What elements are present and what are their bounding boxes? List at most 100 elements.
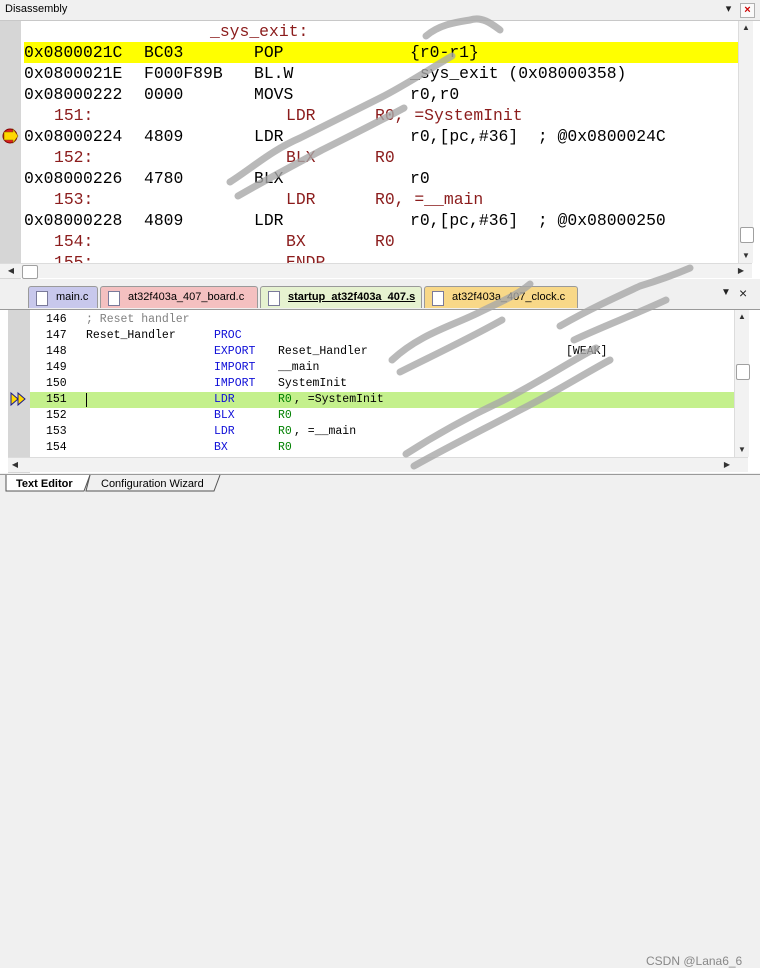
scroll-left-icon[interactable]: ◀ [4,264,18,278]
code-token: LDR [214,425,235,438]
editor-mode-tabs: Text Editor Configuration Wizard CSDN @La… [0,474,760,968]
code-token: 0000 [144,85,184,104]
disassembly-line[interactable]: _sys_exit: [24,21,738,42]
code-token: LDR [286,190,316,209]
scroll-up-icon[interactable]: ▲ [739,21,753,35]
disassembly-line[interactable]: 0x08000228 4809 LDR r0,[pc,#36] ; @0x080002… [24,210,738,231]
code-token: BL.W [254,64,294,83]
editor-lines[interactable]: 146; Reset handler 147 Reset_Handler PROC 14… [30,310,734,457]
code-token: LDR [214,393,235,406]
disassembly-line[interactable]: 0x08000224 4809 LDR r0,[pc,#36] ; @0x080002… [24,126,738,147]
editor-vscroll-thumb[interactable] [736,364,750,380]
code-token: 155: [54,253,94,263]
code-token: r0,[pc,#36] ; @0x0800024C [410,127,666,146]
file-tab[interactable]: main.c [28,286,98,308]
code-token: 0x0800021E [24,64,123,83]
disassembly-line[interactable]: 0x0800021E F000F89B BL.W _sys_exit (0x08000… [24,63,738,84]
line-number: 146 [46,313,67,326]
disassembly-pane[interactable]: _sys_exit: 0x0800021C BC03 POP {r0-r1} 0x0800… [0,21,760,279]
code-token: Reset_Handler [86,329,176,342]
code-token: r0,r0 [410,85,460,104]
code-token: , =__main [294,425,357,438]
line-number: 152 [46,409,67,422]
code-token: IMPORT [214,377,256,390]
disassembly-gutter[interactable] [0,21,21,279]
disassembly-line[interactable]: 0x08000226 4780 BLX r0 [24,168,738,189]
disassembly-line[interactable]: 153: LDR R0, =__main [24,189,738,210]
file-icon [108,291,120,306]
file-tab-label: main.c [56,291,89,303]
code-line[interactable]: 154 BX R0 [30,440,734,456]
breakpoint-marker-icon[interactable] [0,21,21,279]
code-line[interactable]: 147 Reset_Handler PROC [30,328,734,344]
code-token: SystemInit [278,377,348,390]
code-token: ; Reset handler [86,313,190,326]
code-token: [WEAK] [566,345,608,358]
code-token: MOVS [254,85,294,104]
disassembly-line[interactable]: 152: BLX R0 [24,147,738,168]
file-tab[interactable]: at32f403a_407_clock.c [424,286,578,308]
code-token: R0, =SystemInit [375,106,523,125]
code-token: Reset_Handler [278,345,368,358]
disassembly-line[interactable]: 0x08000222 0000 MOVS r0,r0 [24,84,738,105]
disassembly-hscroll-thumb[interactable] [22,265,38,279]
code-token: 154: [54,232,94,251]
code-line[interactable]: 146 ; Reset handler [30,312,734,328]
scroll-down-icon[interactable]: ▼ [735,443,749,457]
code-token: R0 [375,232,395,251]
code-line[interactable]: 151 LDR R0, =SystemInit [30,392,734,408]
code-token: 152: [54,148,94,167]
disassembly-line[interactable]: 151: LDR R0, =SystemInit [24,105,738,126]
code-line[interactable]: 149 IMPORT __main [30,360,734,376]
close-tab-icon[interactable]: × [739,285,747,301]
pin-icon[interactable]: ▾ [722,3,735,16]
code-token: R0 [278,409,292,422]
disassembly-line[interactable]: 0x0800021C BC03 POP {r0-r1} [24,42,738,63]
tab-configuration-wizard[interactable]: Configuration Wizard [101,475,204,493]
code-token: r0 [410,169,430,188]
code-line[interactable]: 150 IMPORT SystemInit [30,376,734,392]
scroll-up-icon[interactable]: ▲ [735,310,749,324]
editor-hscroll[interactable]: ◀ ▶ [8,457,748,472]
text-editor[interactable]: 146; Reset handler 147 Reset_Handler PROC 14… [0,310,760,473]
line-number: 149 [46,361,67,374]
file-tab[interactable]: startup_at32f403a_407.s [260,286,422,308]
code-token: 0x08000226 [24,169,123,188]
disassembly-hscroll[interactable]: ◀ ▶ [0,263,752,279]
code-token: LDR [254,211,284,230]
code-token: BLX [286,148,316,167]
disassembly-lines: _sys_exit: 0x0800021C BC03 POP {r0-r1} 0x0800… [24,21,738,263]
file-tab-label: startup_at32f403a_407.s [288,291,416,303]
code-token: POP [254,43,284,62]
code-line[interactable]: 148 EXPORT Reset_Handler [WEAK] [30,344,734,360]
code-token: 0x08000222 [24,85,123,104]
tab-text-editor[interactable]: Text Editor [16,475,73,493]
file-tab[interactable]: at32f403a_407_board.c [100,286,258,308]
close-disassembly-button[interactable]: × [740,3,755,18]
watermark: CSDN @Lana6_6 [646,954,743,968]
scroll-right-icon[interactable]: ▶ [734,264,748,278]
line-number: 147 [46,329,67,342]
disassembly-line[interactable]: 155: ENDP [24,252,738,263]
code-token: R0 [278,441,292,454]
editor-vscroll[interactable]: ▲ ▼ [734,310,750,457]
code-line[interactable]: 153 LDR R0, =__main [30,424,734,440]
scroll-down-icon[interactable]: ▼ [739,249,753,263]
line-number: 154 [46,441,67,454]
editor-gutter[interactable] [8,310,30,473]
file-tab-label: at32f403a_407_board.c [128,291,245,303]
code-line[interactable]: 152 BLX R0 [30,408,734,424]
code-token: F000F89B [144,64,223,83]
line-number: 153 [46,425,67,438]
code-token: 4809 [144,127,184,146]
disassembly-vscroll-thumb[interactable] [740,227,754,243]
code-token: EXPORT [214,345,256,358]
code-token: BX [286,232,306,251]
file-icon [432,291,444,306]
text-cursor [86,393,87,407]
tab-list-dropdown-icon[interactable]: ▼ [721,287,731,298]
scroll-left-icon[interactable]: ◀ [8,458,22,472]
scroll-right-icon[interactable]: ▶ [720,458,734,472]
disassembly-line[interactable]: 154: BX R0 [24,231,738,252]
disassembly-vscroll[interactable]: ▲ ▼ [738,21,754,263]
